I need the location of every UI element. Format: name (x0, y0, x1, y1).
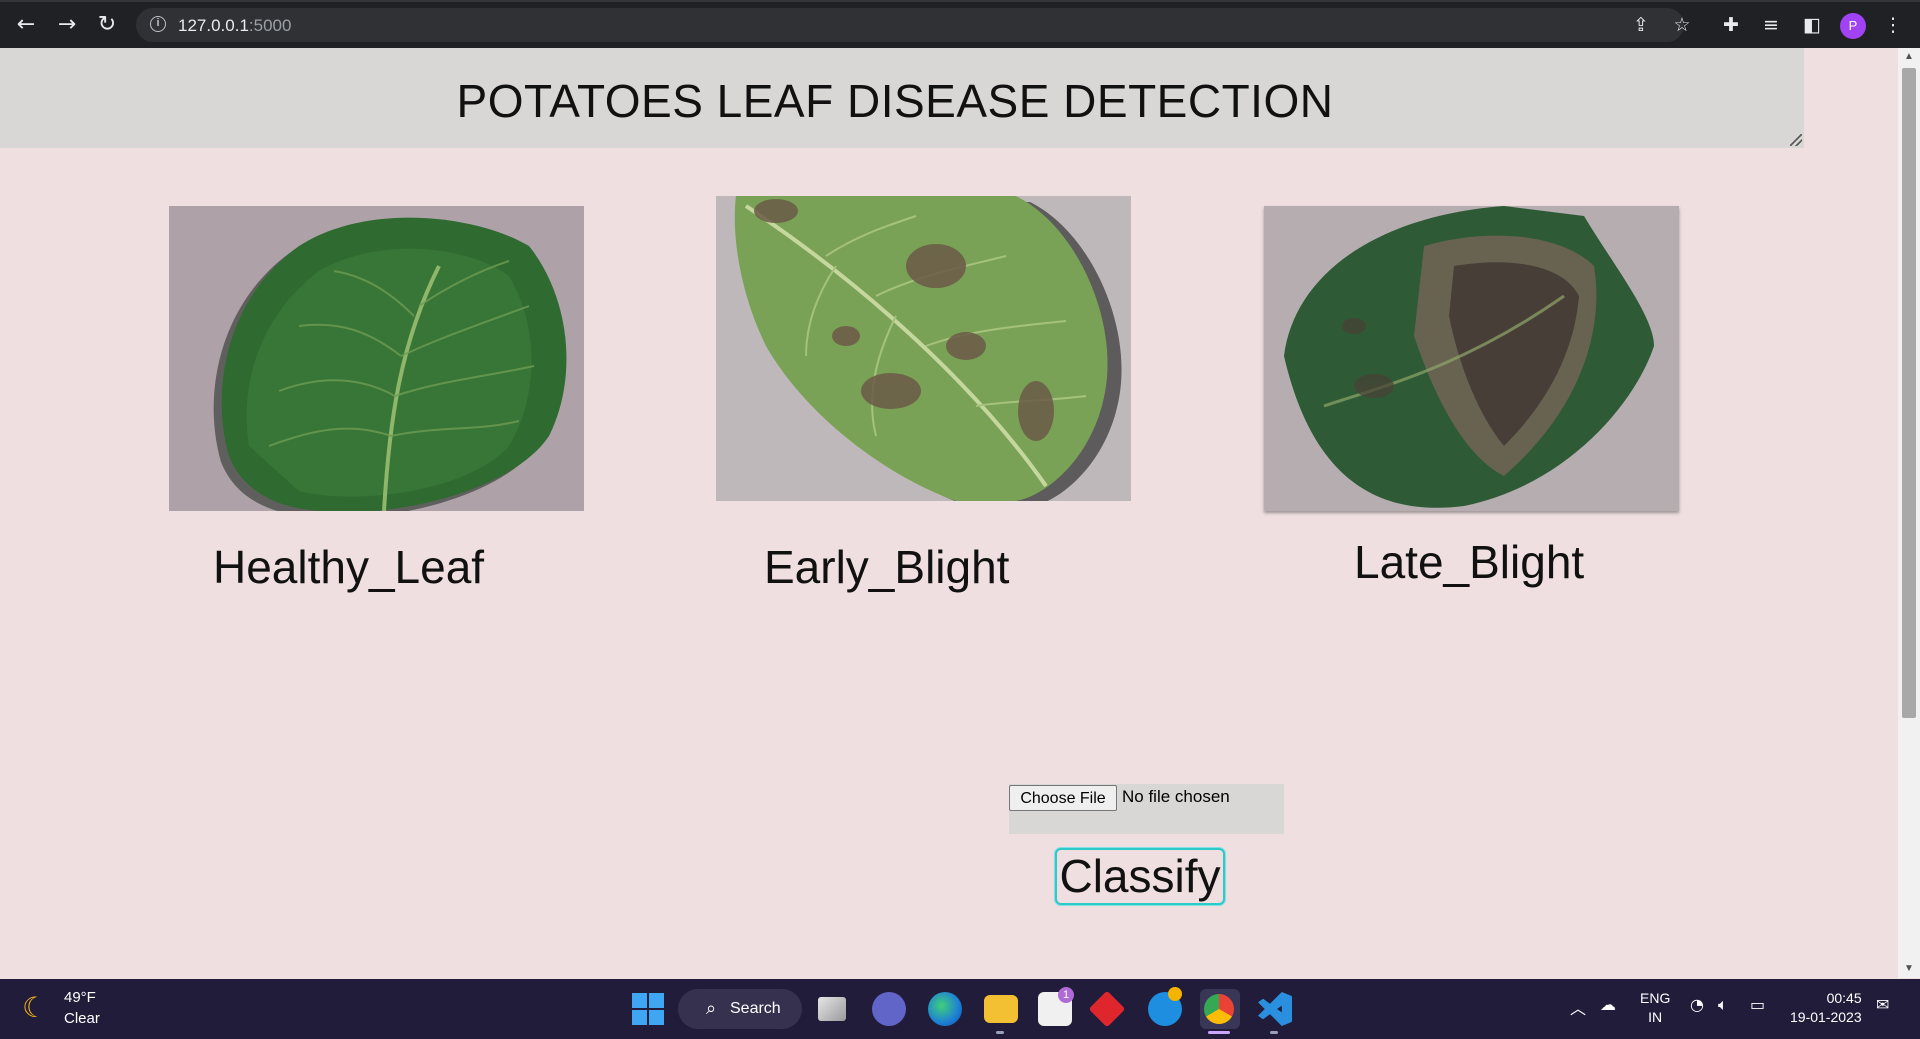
url-host: 127.0.0.1 (178, 16, 249, 35)
volume-icon[interactable]: 🔈︎ (1718, 995, 1728, 1015)
weather-condition[interactable]: Clear (64, 1010, 100, 1027)
side-panel-icon[interactable]: ◧ (1799, 12, 1825, 38)
healthy-leaf-image (169, 206, 584, 511)
language-code: ENG (1640, 990, 1671, 1006)
bookmark-star-icon[interactable]: ☆ (1669, 12, 1695, 38)
windows-start-icon[interactable] (632, 993, 664, 1025)
forward-arrow-icon[interactable]: → (53, 11, 81, 39)
task-view-icon[interactable] (818, 997, 846, 1021)
taskbar-search-label: Search (730, 1000, 781, 1017)
reload-icon[interactable]: ↻ (93, 11, 121, 39)
scrollbar-thumb[interactable] (1902, 68, 1916, 718)
file-status-text: No file chosen (1122, 787, 1230, 806)
clock-date: 19-01-2023 (1790, 1009, 1862, 1025)
taskbar-search[interactable]: ⌕ Search (678, 989, 802, 1029)
moon-weather-icon[interactable]: ☾ (22, 993, 52, 1023)
late-blight-image (1264, 206, 1679, 511)
early-blight-image (716, 196, 1131, 501)
site-info-icon[interactable]: i (150, 16, 166, 32)
wifi-icon[interactable]: ◔ (1690, 995, 1704, 1014)
notifications-icon[interactable]: ✉ (1876, 995, 1889, 1014)
vscode-open-indicator (1270, 1031, 1278, 1034)
resize-handle-icon[interactable] (1790, 134, 1802, 146)
search-icon: ⌕ (706, 998, 717, 1019)
language-region: IN (1648, 1009, 1663, 1025)
scroll-down-arrow-icon[interactable]: ▼ (1898, 960, 1920, 978)
healthy-leaf-label: Healthy_Leaf (213, 541, 485, 593)
chrome-active-indicator (1208, 1031, 1230, 1034)
teams-chat-icon[interactable] (872, 992, 906, 1026)
address-bar[interactable]: i 127.0.0.1:5000 (136, 8, 1684, 42)
profile-avatar[interactable]: P (1840, 13, 1866, 39)
menu-kebab-icon[interactable]: ⋮ (1880, 12, 1906, 38)
extensions-puzzle-icon[interactable]: ✚ (1718, 12, 1744, 38)
language-indicator[interactable]: ENG IN (1640, 989, 1670, 1027)
edge-browser-icon[interactable] (928, 992, 962, 1026)
anydesk-icon[interactable] (1088, 990, 1126, 1028)
windows-taskbar: ☾ 49°F Clear ⌕ Search 1 ︿ ☁ ENG IN ◔ 🔈︎ … (0, 979, 1920, 1039)
url-text[interactable]: 127.0.0.1:5000 (178, 16, 291, 36)
media-queue-icon[interactable]: ≡ (1758, 12, 1784, 38)
late-blight-label: Late_Blight (1354, 536, 1585, 588)
url-port: :5000 (248, 16, 292, 35)
store-notification-badge: 1 (1058, 987, 1074, 1003)
chrome-icon[interactable] (1204, 994, 1234, 1024)
vertical-scrollbar[interactable]: ▲ ▼ (1898, 48, 1920, 978)
vscode-icon[interactable] (1258, 992, 1292, 1026)
early-blight-label: Early_Blight (764, 541, 1010, 593)
share-icon[interactable]: ⇪ (1628, 12, 1654, 38)
title-textarea[interactable]: POTATOES LEAF DISEASE DETECTION (0, 48, 1804, 148)
system-clock[interactable]: 00:45 19-01-2023 (1790, 989, 1862, 1027)
battery-icon[interactable]: ▭ (1750, 995, 1765, 1014)
clock-time: 00:45 (1826, 990, 1862, 1006)
scroll-up-arrow-icon[interactable]: ▲ (1898, 48, 1920, 66)
file-explorer-icon[interactable] (984, 995, 1018, 1023)
show-hidden-icons-chevron-icon[interactable]: ︿ (1570, 995, 1586, 1019)
choose-file-button[interactable]: Choose File (1009, 785, 1117, 811)
onedrive-cloud-icon[interactable]: ☁ (1600, 995, 1616, 1014)
page-title: POTATOES LEAF DISEASE DETECTION (456, 75, 1334, 127)
back-arrow-icon[interactable]: ← (12, 11, 40, 39)
explorer-open-indicator (996, 1031, 1004, 1034)
classify-button[interactable]: Classify (1055, 848, 1225, 905)
browser-toolbar: ← → ↻ i 127.0.0.1:5000 ⇪ ☆ ✚ ≡ ◧ P ⋮ (0, 0, 1920, 48)
help-status-badge (1168, 987, 1182, 1001)
file-input[interactable]: Choose File No file chosen (1009, 784, 1284, 834)
weather-temperature[interactable]: 49°F (64, 989, 96, 1006)
